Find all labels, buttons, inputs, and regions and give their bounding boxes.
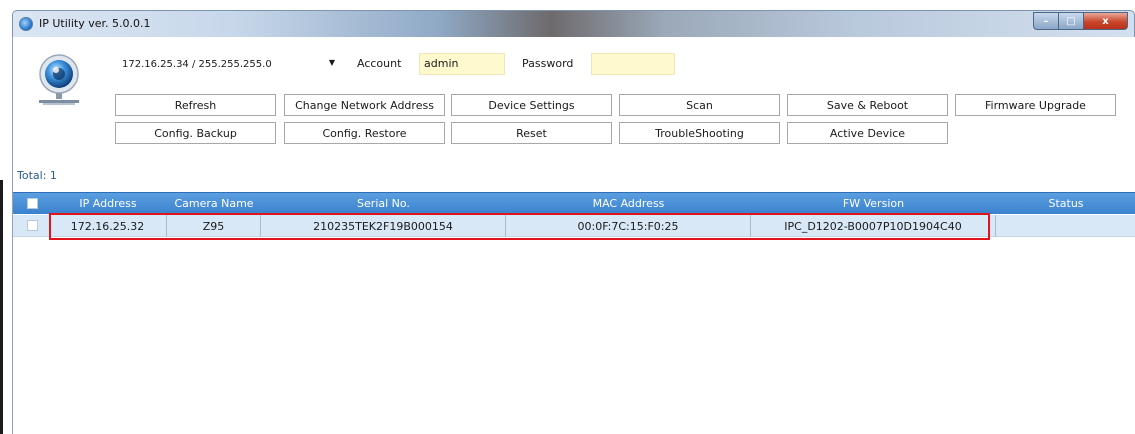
- column-header-camera-name[interactable]: Camera Name: [167, 197, 261, 210]
- minimize-button[interactable]: –: [1033, 12, 1059, 30]
- device-total-count: Total: 1: [17, 169, 57, 182]
- reset-button[interactable]: Reset: [451, 122, 612, 144]
- device-table-header: IP Address Camera Name Serial No. MAC Ad…: [13, 192, 1135, 214]
- refresh-button[interactable]: Refresh: [115, 94, 276, 116]
- cell-status: [996, 215, 1135, 237]
- chevron-down-icon[interactable]: ▼: [329, 58, 335, 67]
- column-header-status[interactable]: Status: [996, 197, 1135, 210]
- title-bar: IP Utility ver. 5.0.0.1 – □ x: [12, 10, 1135, 37]
- network-interface-select[interactable]: 172.16.25.34 / 255.255.255.0 ▼: [118, 53, 343, 75]
- row-select-checkbox[interactable]: [27, 220, 38, 231]
- network-interface-value: 172.16.25.34 / 255.255.255.0: [122, 58, 272, 70]
- active-device-button[interactable]: Active Device: [787, 122, 948, 144]
- window-title: IP Utility ver. 5.0.0.1: [39, 17, 151, 30]
- select-all-checkbox[interactable]: [27, 198, 38, 209]
- column-header-mac-address[interactable]: MAC Address: [506, 197, 751, 210]
- config-backup-button[interactable]: Config. Backup: [115, 122, 276, 144]
- close-button[interactable]: x: [1084, 12, 1128, 30]
- network-camera-logo-icon: [39, 54, 79, 105]
- left-border-strip: [0, 180, 3, 434]
- column-header-fw-version[interactable]: FW Version: [751, 197, 996, 210]
- change-network-address-button[interactable]: Change Network Address: [284, 94, 445, 116]
- firmware-upgrade-button[interactable]: Firmware Upgrade: [955, 94, 1116, 116]
- app-icon: [19, 17, 33, 31]
- troubleshooting-button[interactable]: TroubleShooting: [619, 122, 780, 144]
- password-label: Password: [522, 57, 574, 70]
- column-header-ip-address[interactable]: IP Address: [49, 197, 167, 210]
- account-label: Account: [357, 57, 402, 70]
- password-input[interactable]: [591, 53, 675, 75]
- main-window: 172.16.25.34 / 255.255.255.0 ▼ Account a…: [12, 37, 1135, 434]
- window-controls: – □ x: [1033, 12, 1128, 30]
- scan-button[interactable]: Scan: [619, 94, 780, 116]
- account-input[interactable]: admin: [419, 53, 505, 75]
- row-highlight-annotation: [49, 213, 990, 240]
- maximize-button[interactable]: □: [1059, 12, 1084, 30]
- save-reboot-button[interactable]: Save & Reboot: [787, 94, 948, 116]
- device-settings-button[interactable]: Device Settings: [451, 94, 612, 116]
- column-header-serial-no[interactable]: Serial No.: [261, 197, 506, 210]
- config-restore-button[interactable]: Config. Restore: [284, 122, 445, 144]
